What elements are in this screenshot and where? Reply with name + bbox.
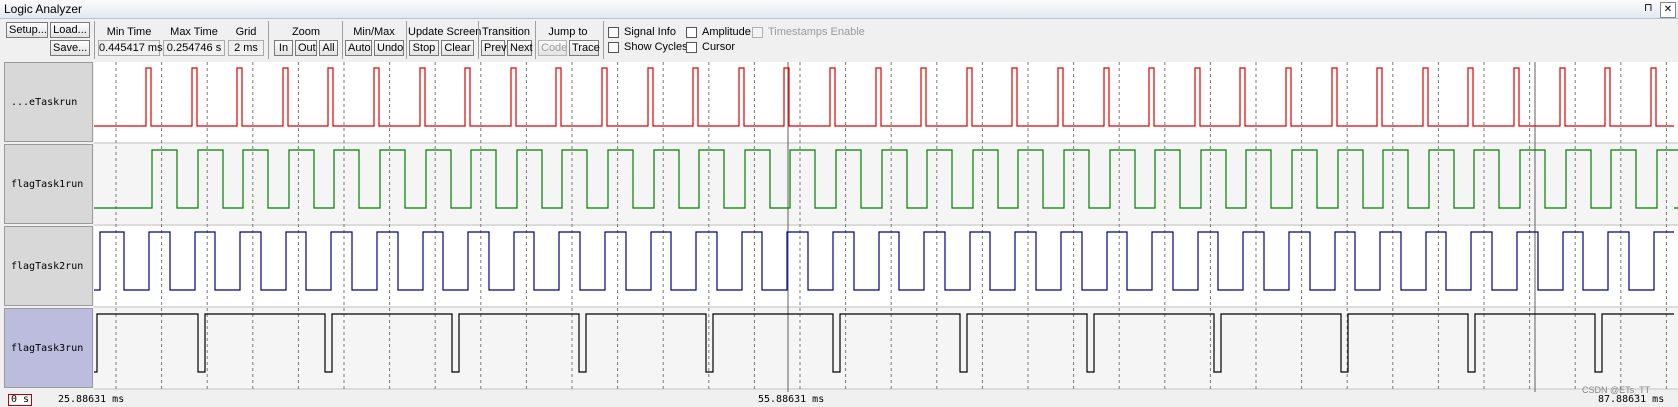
- save-button[interactable]: Save...: [50, 40, 90, 56]
- signal-info-label: Signal Info: [624, 26, 676, 38]
- undo-button[interactable]: Undo: [374, 40, 404, 56]
- load-button[interactable]: Load...: [50, 22, 90, 38]
- signal-name-row[interactable]: flagTask2run: [4, 226, 93, 306]
- grid-label: Grid: [235, 26, 257, 38]
- amplitude-label: Amplitude: [702, 26, 751, 38]
- prev-button[interactable]: Prev: [481, 40, 507, 56]
- show-cycles-checkbox[interactable]: [608, 42, 619, 53]
- lane-background: [94, 144, 1678, 224]
- zoom-label: Zoom: [291, 26, 321, 38]
- amplitude-checkbox[interactable]: [686, 27, 697, 38]
- code-button[interactable]: Code: [538, 40, 567, 56]
- watermark: CSDN @ETs_TT: [1582, 385, 1651, 395]
- separator: [535, 21, 536, 59]
- signal-name-label: flagTask1run: [11, 179, 84, 190]
- time-mid-label: 55.88631 ms: [758, 394, 825, 405]
- time-right-label: 87.88631 ms: [1598, 394, 1665, 405]
- waveform-area[interactable]: 10101010: [94, 62, 1678, 392]
- update-screen-label: Update Screen: [408, 26, 482, 38]
- max-time-label: Max Time: [170, 26, 218, 38]
- separator: [342, 21, 343, 59]
- separator: [94, 21, 95, 59]
- separator: [268, 21, 269, 59]
- timestamps-label: Timestamps Enable: [768, 26, 865, 38]
- close-icon[interactable]: ✕: [1660, 2, 1676, 18]
- transition-label: Transition: [482, 26, 530, 38]
- zoom-in-button[interactable]: In: [274, 40, 293, 56]
- status-bar: 0 s 25.88631 ms 55.88631 ms 87.88631 ms: [0, 393, 1678, 407]
- stop-button[interactable]: Stop: [409, 40, 439, 56]
- signal-info-checkbox[interactable]: [608, 27, 619, 38]
- window-title: Logic Analyzer: [4, 2, 83, 16]
- max-time-value: 0.254746 s: [163, 40, 225, 56]
- jump-to-label: Jump to: [548, 26, 588, 38]
- min-time-label: Min Time: [106, 26, 152, 38]
- cursor-label: Cursor: [702, 41, 736, 53]
- zoom-out-button[interactable]: Out: [295, 40, 317, 56]
- separator: [406, 21, 407, 59]
- time-zero-box: 0 s: [8, 394, 33, 406]
- separator: [478, 21, 479, 59]
- signal-names: ...eTaskrun flagTask1run flagTask2run fl…: [4, 62, 93, 392]
- signal-name-row-selected[interactable]: flagTask3run: [4, 308, 93, 388]
- separator: [603, 21, 604, 59]
- signal-name-label: flagTask2run: [11, 261, 84, 272]
- lane-background: [94, 62, 1678, 142]
- cursor-checkbox[interactable]: [686, 42, 697, 53]
- min-time-value: 0.445417 ms: [98, 40, 163, 56]
- next-button[interactable]: Next: [507, 40, 533, 56]
- toolbar: Setup... Load... Save... Min Time 0.4454…: [0, 19, 1678, 61]
- timestamps-checkbox[interactable]: [752, 27, 763, 38]
- waveform-svg[interactable]: 10101010: [94, 62, 1678, 392]
- title-bar: Logic Analyzer ⊓ ✕: [0, 0, 1678, 19]
- signal-name-row[interactable]: flagTask1run: [4, 144, 93, 224]
- zoom-all-button[interactable]: All: [319, 40, 338, 56]
- setup-button[interactable]: Setup...: [6, 22, 48, 38]
- grid-value: 2 ms: [228, 40, 264, 56]
- time-left-label: 25.88631 ms: [58, 394, 125, 405]
- pin-icon[interactable]: ⊓: [1644, 1, 1653, 14]
- signal-name-label: flagTask3run: [11, 343, 84, 354]
- trace-button[interactable]: Trace: [569, 40, 600, 56]
- minmax-label: Min/Max: [353, 26, 395, 38]
- signal-name-label: ...eTaskrun: [11, 97, 78, 108]
- auto-button[interactable]: Auto: [345, 40, 372, 56]
- show-cycles-label: Show Cycles: [624, 41, 688, 53]
- signal-name-row[interactable]: ...eTaskrun: [4, 62, 93, 142]
- clear-button[interactable]: Clear: [441, 40, 474, 56]
